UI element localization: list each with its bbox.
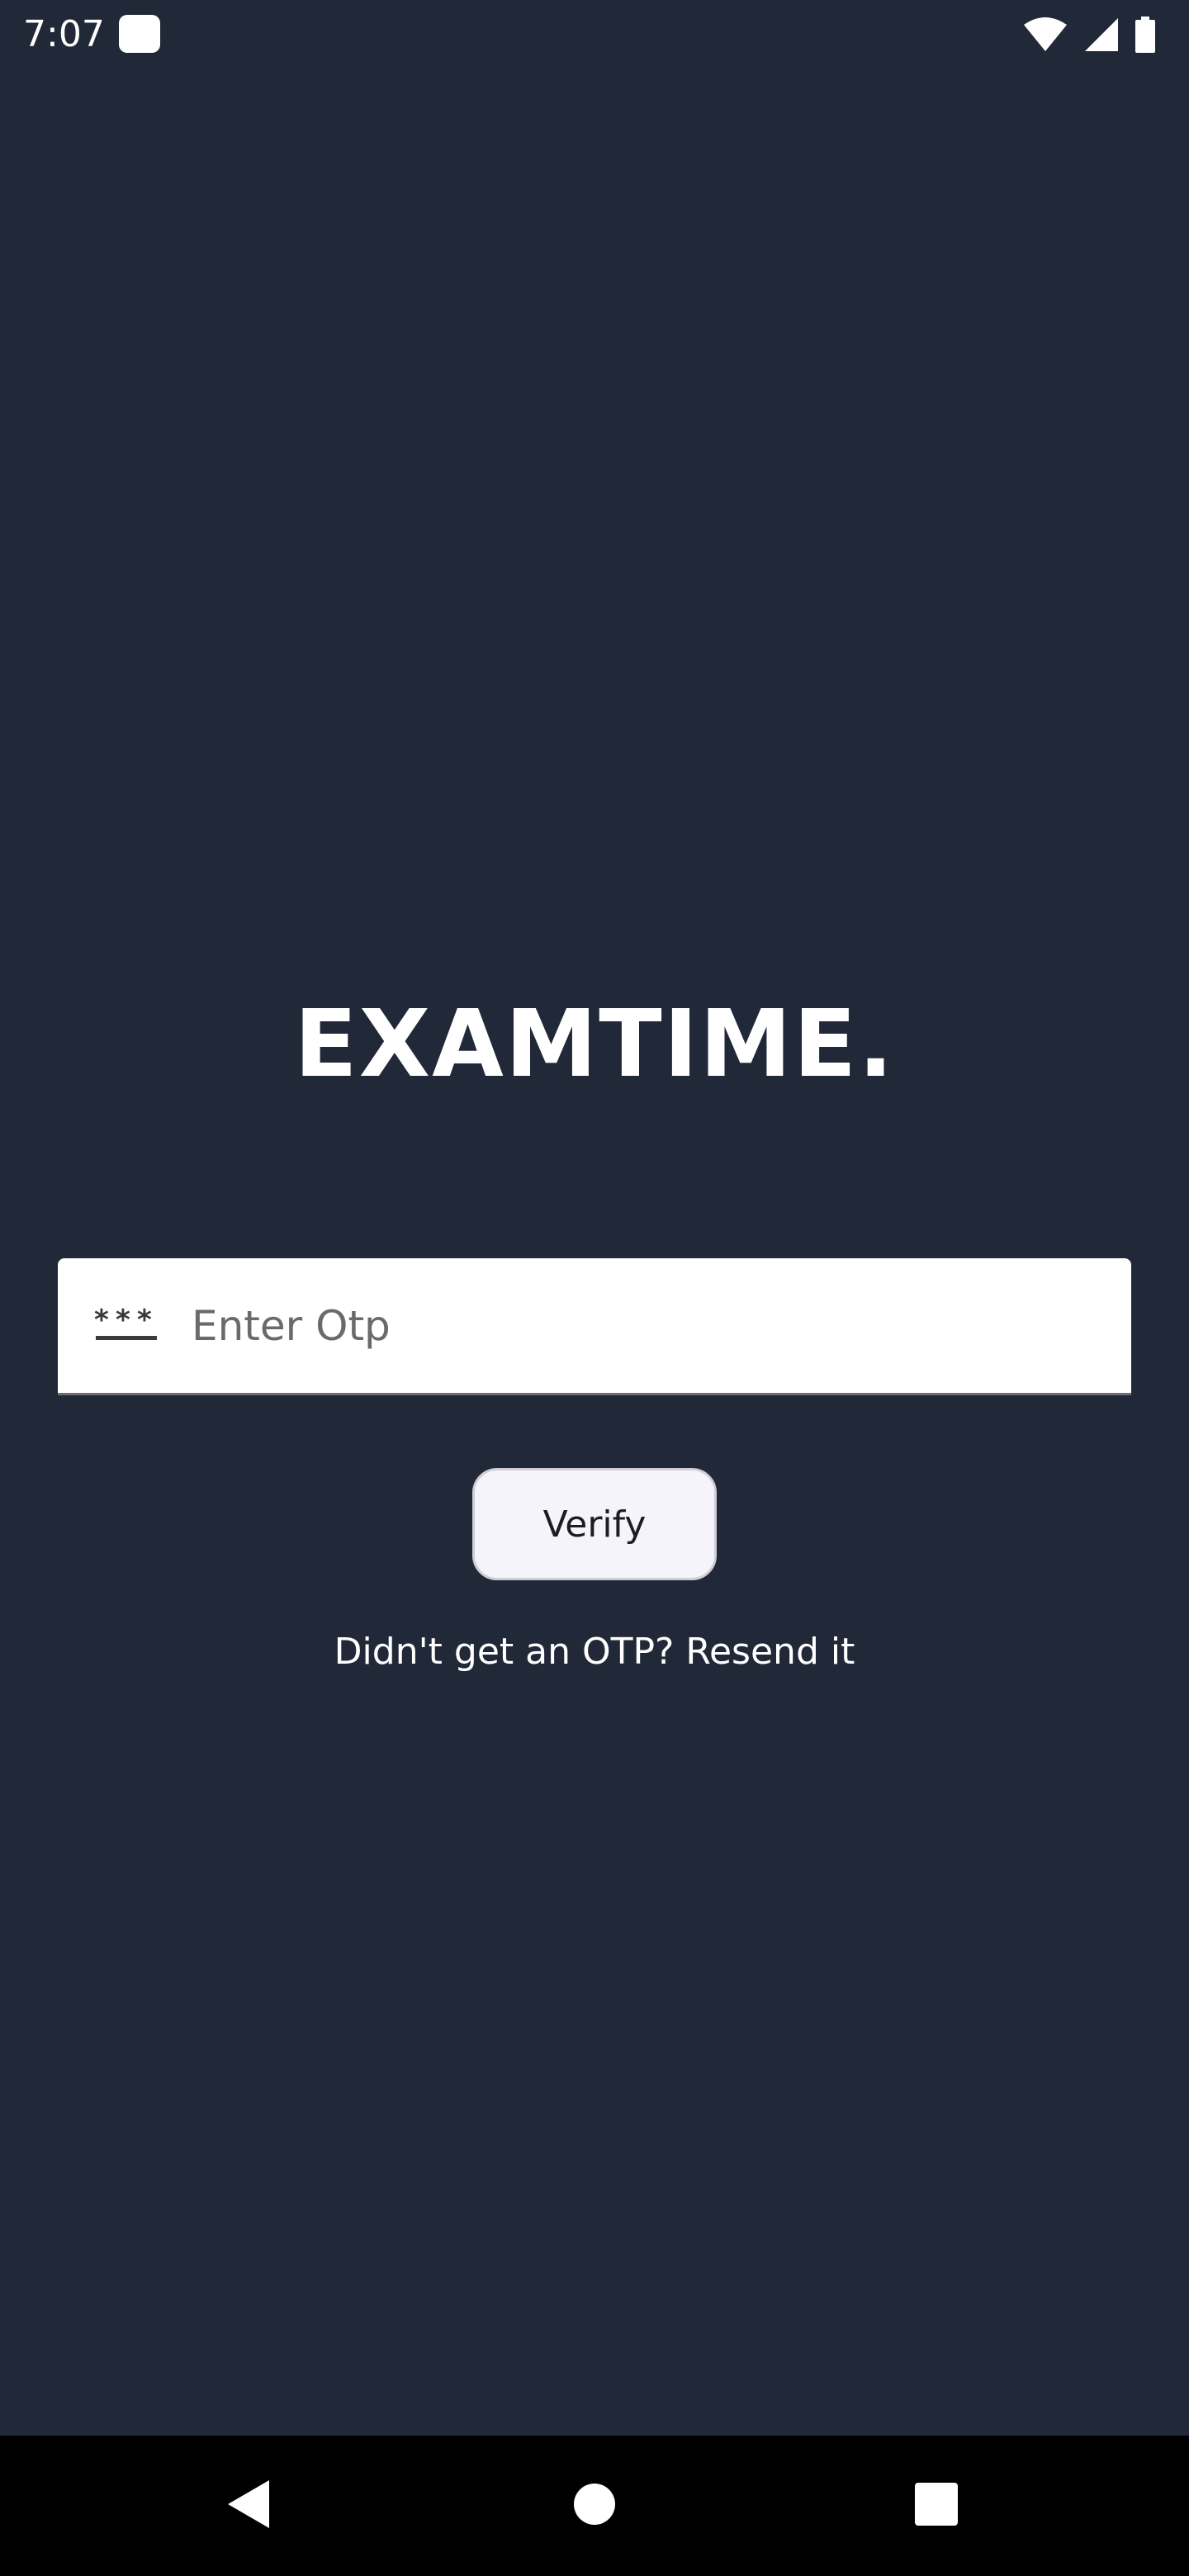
resend-link[interactable]: Resend it xyxy=(685,1631,855,1673)
back-button[interactable] xyxy=(165,2436,330,2576)
notification-icon xyxy=(119,15,160,53)
verify-button[interactable]: Verify xyxy=(472,1468,717,1580)
status-time: 7:07 xyxy=(23,13,105,55)
otp-field[interactable]: * * * xyxy=(58,1258,1131,1395)
cellular-signal-icon xyxy=(1083,17,1120,53)
recents-button[interactable] xyxy=(854,2436,1019,2576)
svg-text:*: * xyxy=(116,1305,130,1337)
resend-prompt: Didn't get an OTP? xyxy=(334,1631,675,1673)
battery-icon xyxy=(1135,17,1156,53)
navigation-bar xyxy=(0,2436,1189,2576)
app-logo: EXAMTIME. xyxy=(294,991,895,1098)
home-icon xyxy=(572,2482,617,2531)
status-icons xyxy=(1022,17,1156,53)
svg-text:*: * xyxy=(137,1305,152,1337)
home-button[interactable] xyxy=(512,2436,677,2576)
otp-verification-screen: 7:07 EXAMTIME. * * * Enter Otp Verify Di… xyxy=(0,0,1189,2576)
password-icon: * * * xyxy=(94,1305,159,1347)
status-bar: 7:07 xyxy=(0,0,1189,69)
back-icon xyxy=(225,2479,271,2534)
svg-text:*: * xyxy=(94,1305,109,1337)
recents-icon xyxy=(915,2482,958,2530)
otp-input[interactable] xyxy=(192,1284,1100,1367)
wifi-icon xyxy=(1022,17,1068,53)
resend-otp-row: Didn't get an OTP? Resend it xyxy=(0,1623,1189,1681)
